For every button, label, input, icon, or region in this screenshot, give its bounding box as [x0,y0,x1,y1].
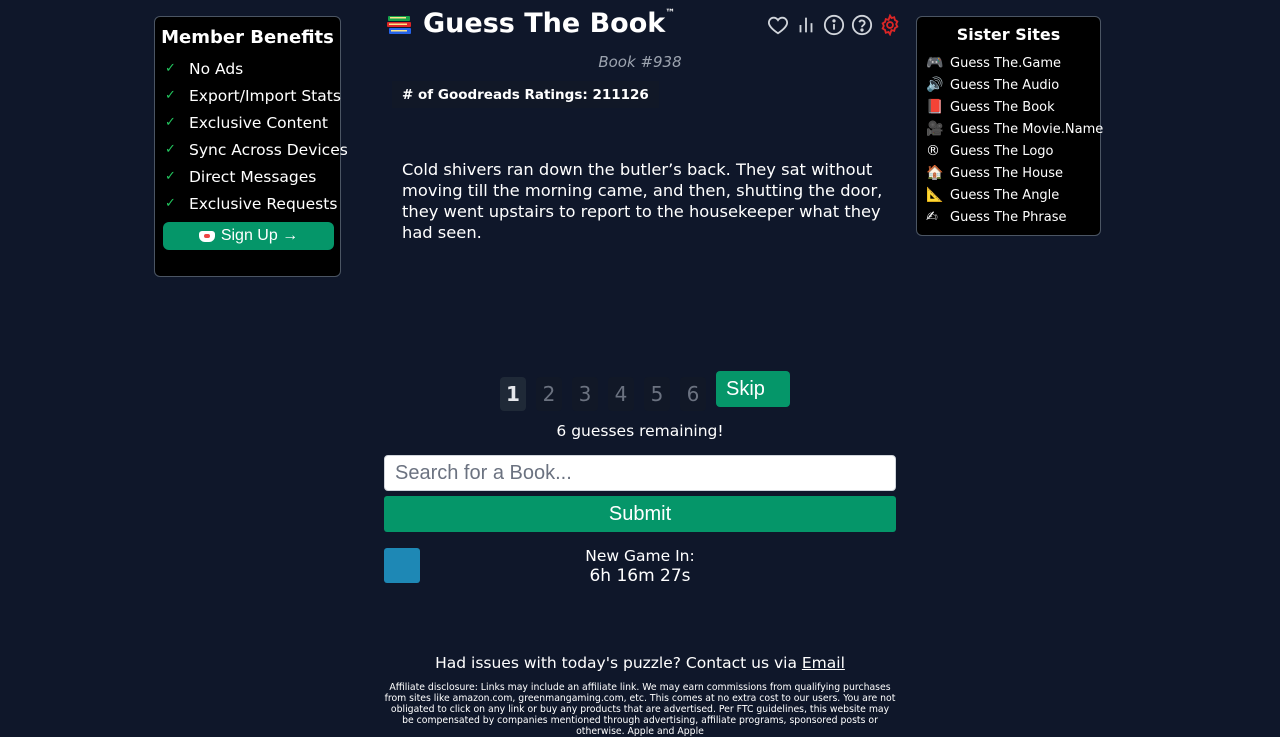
affiliate-disclosure: Affiliate disclosure: Links may include … [384,682,896,737]
help-icon[interactable] [850,13,874,37]
member-benefits-list: ✓ No Ads ✓ Export/Import Stats ✓ Exclusive … [165,55,348,217]
guess-button-6[interactable]: 6 [680,377,706,411]
check-icon: ✓ [165,142,176,157]
sign-up-label: Sign Up → [220,227,299,244]
guess-selector: 1 2 3 4 5 6 Skip [500,371,790,411]
benefit-label: Exclusive Requests [189,194,338,213]
guess-button-3[interactable]: 3 [572,377,598,411]
triangle-ruler-icon: 📐 [926,187,944,203]
sister-site-angle[interactable]: 📐 Guess The Angle [926,184,1103,206]
sister-site-movie[interactable]: 🎥 Guess The Movie.Name [926,118,1103,140]
book-icon: 📕 [926,99,944,115]
sister-site-house[interactable]: 🏠 Guess The House [926,162,1103,184]
check-icon: ✓ [165,115,176,130]
sister-site-audio[interactable]: 🔊 Guess The Audio [926,74,1103,96]
heart-icon[interactable] [766,13,790,37]
guess-button-4[interactable]: 4 [608,377,634,411]
benefit-item: ✓ Export/Import Stats [165,82,348,109]
benefit-item: ✓ Sync Across Devices [165,136,348,163]
stats-icon[interactable] [794,13,818,37]
book-quote: Cold shivers ran down the butler’s back.… [402,160,883,242]
sign-up-button[interactable]: Sign Up → [163,222,334,250]
sister-site-label: Guess The Phrase [950,209,1067,225]
email-link[interactable]: Email [802,654,845,672]
house-icon: 🏠 [926,165,944,181]
guess-button-2[interactable]: 2 [536,377,562,411]
member-benefits-title: Member Benefits [161,27,334,48]
sister-site-game[interactable]: 🎮 Guess The.Game [926,52,1103,74]
movie-camera-icon: 🎥 [926,121,944,137]
benefit-label: Export/Import Stats [189,86,341,105]
settings-icon[interactable] [878,13,902,37]
sister-sites-panel: Sister Sites 🎮 Guess The.Game 🔊 Guess The … [916,16,1103,236]
sister-site-book[interactable]: 📕 Guess The Book [926,96,1103,118]
writing-hand-icon: ✍ [926,209,938,225]
goodreads-ratings-badge: # of Goodreads Ratings: 211126 [392,81,659,108]
benefit-item: ✓ Exclusive Requests [165,190,348,217]
benefit-item: ✓ Direct Messages [165,163,348,190]
guess-button-1[interactable]: 1 [500,377,526,411]
sister-sites-title: Sister Sites [956,25,1061,44]
issues-text: Had issues with today's puzzle? Contact … [435,654,802,672]
speaker-icon: 🔊 [926,77,944,93]
check-icon: ✓ [165,61,176,76]
site-title-text: Guess The Book [423,8,666,39]
sister-sites-list: 🎮 Guess The.Game 🔊 Guess The Audio 📕 Guess … [926,52,1103,228]
kofi-cup-icon [198,230,215,242]
sister-site-logo[interactable]: ® Guess The Logo [926,140,1103,162]
benefit-label: Sync Across Devices [189,140,348,159]
registered-icon: ® [926,143,940,159]
check-icon: ✓ [165,196,176,211]
guess-button-5[interactable]: 5 [644,377,670,411]
sister-site-label: Guess The Book [950,99,1055,115]
trademark: ™ [665,8,676,19]
submit-button[interactable]: Submit [384,496,896,532]
top-icons [766,13,902,37]
sister-site-label: Guess The Logo [950,143,1054,159]
sister-site-label: Guess The Movie.Name [950,121,1104,137]
sister-site-label: Guess The.Game [950,55,1062,71]
benefit-label: Direct Messages [189,167,317,186]
info-icon[interactable] [822,13,846,37]
site-title[interactable]: Guess The Book™ [423,8,675,39]
benefit-label: Exclusive Content [189,113,329,132]
sister-site-label: Guess The Angle [950,187,1060,203]
book-number: Book #938 [598,53,682,71]
benefit-item: ✓ Exclusive Content [165,109,348,136]
skip-button[interactable]: Skip [716,371,790,407]
benefit-label: No Ads [189,59,244,78]
check-icon: ✓ [165,169,176,184]
new-game-countdown: 6h 16m 27s [589,566,691,586]
gamepad-icon: 🎮 [926,55,944,71]
check-icon: ✓ [165,88,176,103]
member-benefits-panel: Member Benefits ✓ No Ads ✓ Export/Import S… [154,16,348,277]
benefit-item: ✓ No Ads [165,55,348,82]
books-icon [387,16,411,34]
new-game-label: New Game In: [585,547,695,565]
issues-contact-line: Had issues with today's puzzle? Contact … [384,654,896,672]
sister-site-phrase[interactable]: ✍ Guess The Phrase [926,206,1103,228]
book-search-input[interactable] [384,455,896,491]
guesses-remaining: 6 guesses remaining! [556,422,724,440]
sister-site-label: Guess The Audio [950,77,1060,93]
sister-site-label: Guess The House [950,165,1064,181]
